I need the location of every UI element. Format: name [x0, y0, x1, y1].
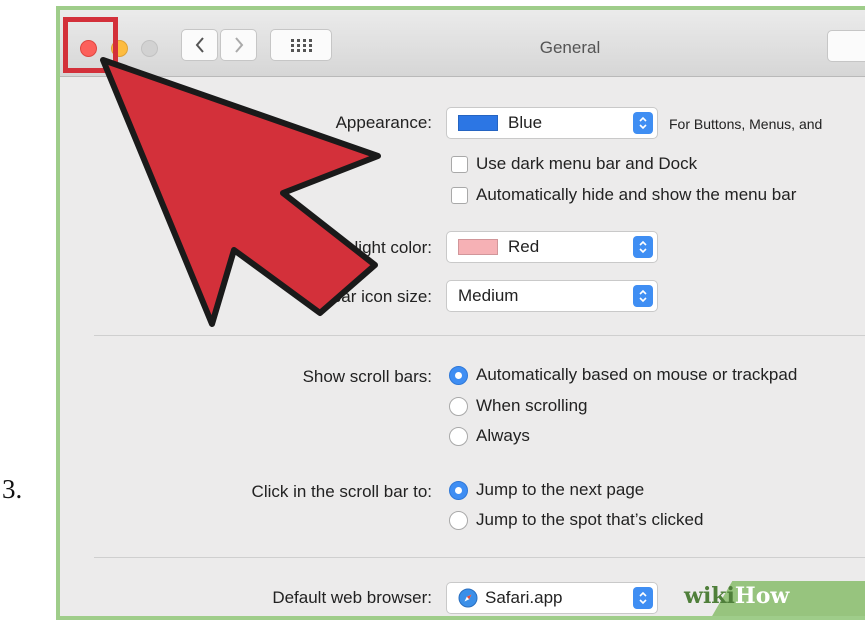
pointer-arrow-annotation	[100, 57, 381, 327]
